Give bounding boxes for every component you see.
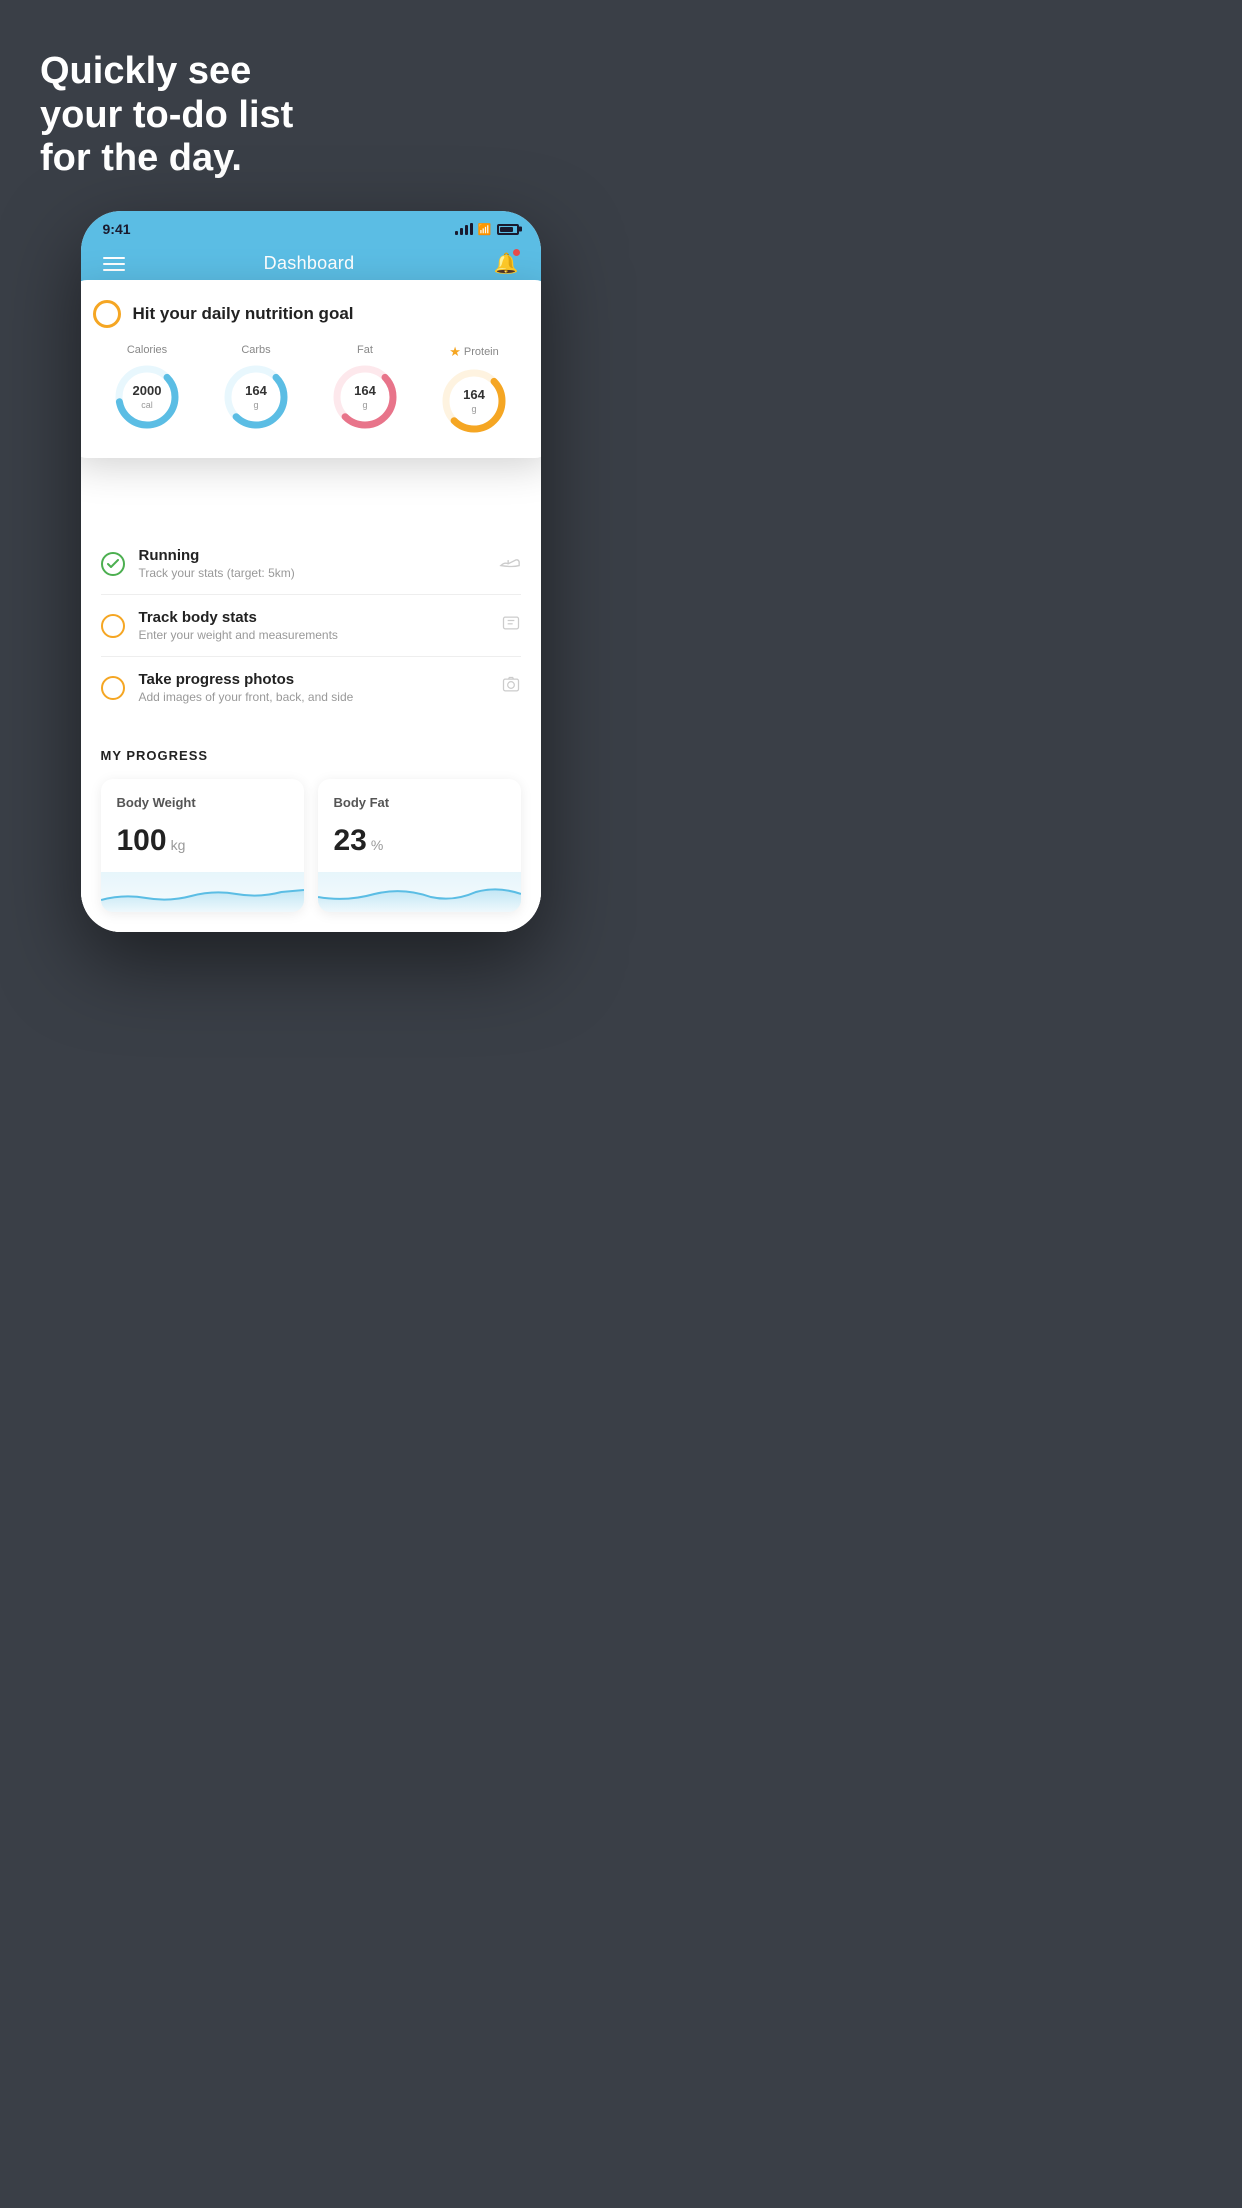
body-fat-title: Body Fat (334, 795, 505, 810)
running-text: Running Track your stats (target: 5km) (139, 547, 485, 580)
calories-ring-svg: 2000 cal (112, 362, 182, 432)
body-weight-card[interactable]: Body Weight 100 kg (101, 779, 304, 912)
ring-fat: Fat 164 g (330, 344, 400, 432)
protein-ring-svg: 164 g (439, 366, 509, 436)
progress-section: MY PROGRESS Body Weight 100 kg (81, 718, 541, 932)
todo-list: Running Track your stats (target: 5km) T… (81, 533, 541, 718)
nutrition-rings: Calories 2000 cal Carbs 164 g (93, 344, 529, 436)
status-bar: 9:41 📶 (81, 211, 541, 241)
body-weight-unit: kg (171, 837, 186, 853)
svg-text:cal: cal (141, 400, 153, 410)
fat-ring-svg: 164 g (330, 362, 400, 432)
phone-mockup: 9:41 📶 Dashboard 🔔 THINGS TO DO TODAY (81, 211, 541, 932)
progress-photos-check-circle (101, 676, 125, 700)
signal-icon (455, 223, 473, 235)
todo-item-progress-photos[interactable]: Take progress photos Add images of your … (101, 657, 521, 718)
nutrition-card: Hit your daily nutrition goal Calories 2… (81, 280, 541, 458)
check-icon (107, 559, 119, 569)
svg-text:g: g (253, 400, 258, 410)
carbs-label: Carbs (241, 344, 270, 356)
svg-text:g: g (362, 400, 367, 410)
body-fat-card[interactable]: Body Fat 23 % (318, 779, 521, 912)
star-icon: ★ (449, 344, 461, 360)
body-weight-title: Body Weight (117, 795, 288, 810)
progress-photos-subtitle: Add images of your front, back, and side (139, 690, 487, 704)
body-stats-text: Track body stats Enter your weight and m… (139, 609, 487, 642)
scale-icon (501, 613, 521, 638)
progress-cards: Body Weight 100 kg (101, 779, 521, 912)
battery-icon (497, 224, 519, 235)
ring-carbs: Carbs 164 g (221, 344, 291, 432)
status-icons: 📶 (455, 223, 519, 236)
bell-button[interactable]: 🔔 (494, 251, 519, 276)
body-stats-title: Track body stats (139, 609, 487, 626)
ring-calories: Calories 2000 cal (112, 344, 182, 432)
shoe-icon (499, 552, 521, 575)
body-fat-unit: % (371, 837, 383, 853)
body-fat-value: 23 % (334, 824, 505, 858)
fat-label: Fat (357, 344, 373, 356)
photo-icon (501, 675, 521, 700)
calories-label: Calories (127, 344, 167, 356)
running-check-circle (101, 552, 125, 576)
nutrition-card-header: Hit your daily nutrition goal (93, 300, 529, 328)
nutrition-card-title: Hit your daily nutrition goal (133, 304, 354, 324)
todo-item-running[interactable]: Running Track your stats (target: 5km) (101, 533, 521, 595)
progress-photos-text: Take progress photos Add images of your … (139, 671, 487, 704)
ring-protein: ★ Protein 164 g (439, 344, 509, 436)
status-time: 9:41 (103, 221, 131, 237)
svg-text:164: 164 (245, 383, 267, 398)
hero-title: Quickly see your to-do list for the day. (40, 50, 293, 181)
wifi-icon: 📶 (478, 223, 492, 236)
navbar-title: Dashboard (264, 253, 355, 274)
todo-item-body-stats[interactable]: Track body stats Enter your weight and m… (101, 595, 521, 657)
body-stats-subtitle: Enter your weight and measurements (139, 628, 487, 642)
menu-button[interactable] (103, 257, 125, 271)
nutrition-check-circle (93, 300, 121, 328)
protein-label: ★ Protein (449, 344, 499, 360)
progress-header: MY PROGRESS (101, 748, 521, 763)
running-subtitle: Track your stats (target: 5km) (139, 566, 485, 580)
body-weight-number: 100 (117, 824, 167, 858)
carbs-ring-svg: 164 g (221, 362, 291, 432)
body-fat-chart (318, 872, 521, 912)
notification-dot (513, 249, 520, 256)
body-stats-check-circle (101, 614, 125, 638)
svg-text:164: 164 (354, 383, 376, 398)
hero-section: Quickly see your to-do list for the day. (0, 0, 293, 211)
svg-text:2000: 2000 (133, 383, 162, 398)
body-weight-value: 100 kg (117, 824, 288, 858)
body-fat-number: 23 (334, 824, 367, 858)
content-area: THINGS TO DO TODAY Hit your daily nutrit… (81, 290, 541, 932)
progress-photos-title: Take progress photos (139, 671, 487, 688)
svg-text:g: g (471, 404, 476, 414)
body-weight-chart (101, 872, 304, 912)
svg-text:164: 164 (463, 387, 485, 402)
running-title: Running (139, 547, 485, 564)
